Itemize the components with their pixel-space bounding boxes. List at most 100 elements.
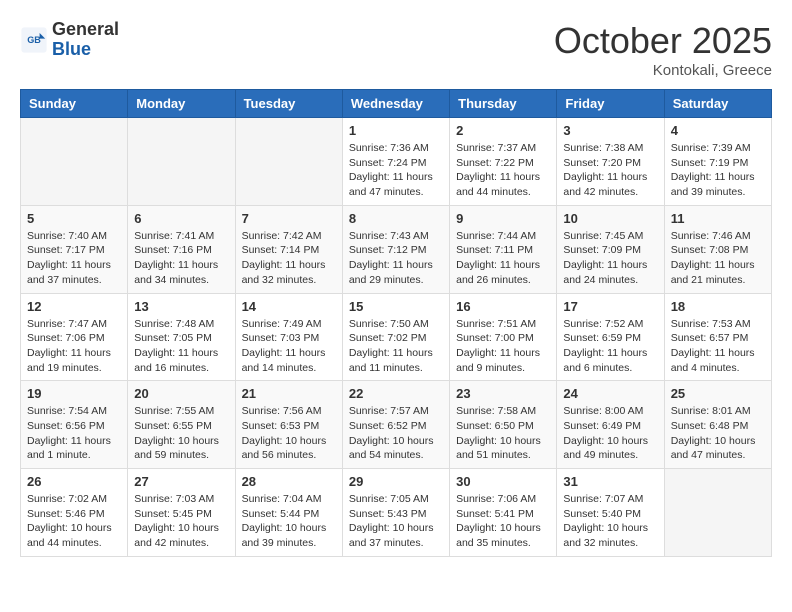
- calendar-cell: 28 Sunrise: 7:04 AMSunset: 5:44 PMDayligh…: [235, 469, 342, 557]
- page-header: GB General Blue October 2025 Kontokali, …: [20, 20, 772, 79]
- calendar-cell: 16 Sunrise: 7:51 AMSunset: 7:00 PMDayligh…: [450, 293, 557, 381]
- weekday-header: Saturday: [664, 90, 771, 118]
- calendar-cell: 5 Sunrise: 7:40 AMSunset: 7:17 PMDaylight…: [21, 205, 128, 293]
- weekday-header: Monday: [128, 90, 235, 118]
- calendar-cell: 25Sunrise: 8:01 AMSunset: 6:48 PMDayligh…: [664, 381, 771, 469]
- calendar-header: SundayMondayTuesdayWednesdayThursdayFrid…: [21, 90, 772, 118]
- calendar-cell: 9Sunrise: 7:44 AMSunset: 7:11 PMDaylight…: [450, 205, 557, 293]
- day-number: 28: [242, 474, 336, 489]
- day-info: Sunrise: 7:52 AMSunset: 6:59 PMDaylight:…: [563, 317, 657, 376]
- title-block: October 2025 Kontokali, Greece: [554, 20, 772, 79]
- day-info: Sunrise: 8:00 AMSunset: 6:49 PMDaylight:…: [563, 404, 657, 463]
- calendar-cell: 30 Sunrise: 7:06 AMSunset: 5:41 PMDayligh…: [450, 469, 557, 557]
- day-info: Sunrise: 7:57 AMSunset: 6:52 PMDaylight:…: [349, 404, 443, 463]
- weekday-header: Tuesday: [235, 90, 342, 118]
- day-info: Sunrise: 7:58 AMSunset: 6:50 PMDaylight:…: [456, 404, 550, 463]
- day-number: 19: [27, 386, 121, 401]
- day-info: Sunrise: 7:46 AMSunset: 7:08 PMDaylight:…: [671, 229, 765, 288]
- calendar-cell: 10 Sunrise: 7:45 AMSunset: 7:09 PMDayligh…: [557, 205, 664, 293]
- day-info: Sunrise: 7:03 AMSunset: 5:45 PMDaylight:…: [134, 492, 228, 551]
- day-info: Sunrise: 7:36 AMSunset: 7:24 PMDaylight:…: [349, 141, 443, 200]
- calendar-cell: 21 Sunrise: 7:56 AMSunset: 6:53 PMDayligh…: [235, 381, 342, 469]
- calendar-week-row: 12Sunrise: 7:47 AMSunset: 7:06 PMDayligh…: [21, 293, 772, 381]
- day-info: Sunrise: 8:01 AMSunset: 6:48 PMDaylight:…: [671, 404, 765, 463]
- day-info: Sunrise: 7:02 AMSunset: 5:46 PMDaylight:…: [27, 492, 121, 551]
- day-number: 5: [27, 211, 121, 226]
- day-info: Sunrise: 7:51 AMSunset: 7:00 PMDaylight:…: [456, 317, 550, 376]
- calendar-cell: 24 Sunrise: 8:00 AMSunset: 6:49 PMDayligh…: [557, 381, 664, 469]
- day-number: 10: [563, 211, 657, 226]
- calendar-cell: 1 Sunrise: 7:36 AMSunset: 7:24 PMDaylight…: [342, 118, 449, 206]
- day-info: Sunrise: 7:43 AMSunset: 7:12 PMDaylight:…: [349, 229, 443, 288]
- calendar-cell: 7 Sunrise: 7:42 AMSunset: 7:14 PMDaylight…: [235, 205, 342, 293]
- calendar-cell: 27 Sunrise: 7:03 AMSunset: 5:45 PMDayligh…: [128, 469, 235, 557]
- day-number: 22: [349, 386, 443, 401]
- day-info: Sunrise: 7:49 AMSunset: 7:03 PMDaylight:…: [242, 317, 336, 376]
- weekday-header: Sunday: [21, 90, 128, 118]
- weekday-header: Thursday: [450, 90, 557, 118]
- day-number: 24: [563, 386, 657, 401]
- day-info: Sunrise: 7:04 AMSunset: 5:44 PMDaylight:…: [242, 492, 336, 551]
- svg-text:GB: GB: [27, 35, 41, 45]
- logo: GB General Blue: [20, 20, 119, 60]
- calendar-body: 1 Sunrise: 7:36 AMSunset: 7:24 PMDaylight…: [21, 118, 772, 557]
- day-number: 2: [456, 123, 550, 138]
- day-info: Sunrise: 7:54 AMSunset: 6:56 PMDaylight:…: [27, 404, 121, 463]
- day-number: 1: [349, 123, 443, 138]
- day-number: 7: [242, 211, 336, 226]
- calendar-cell: 22 Sunrise: 7:57 AMSunset: 6:52 PMDayligh…: [342, 381, 449, 469]
- day-info: Sunrise: 7:56 AMSunset: 6:53 PMDaylight:…: [242, 404, 336, 463]
- day-number: 12: [27, 299, 121, 314]
- calendar-cell: 15Sunrise: 7:50 AMSunset: 7:02 PMDayligh…: [342, 293, 449, 381]
- day-info: Sunrise: 7:40 AMSunset: 7:17 PMDaylight:…: [27, 229, 121, 288]
- day-number: 26: [27, 474, 121, 489]
- day-number: 16: [456, 299, 550, 314]
- calendar-cell: 29 Sunrise: 7:05 AMSunset: 5:43 PMDayligh…: [342, 469, 449, 557]
- day-number: 4: [671, 123, 765, 138]
- calendar-week-row: 26 Sunrise: 7:02 AMSunset: 5:46 PMDayligh…: [21, 469, 772, 557]
- day-info: Sunrise: 7:07 AMSunset: 5:40 PMDaylight:…: [563, 492, 657, 551]
- weekday-header: Friday: [557, 90, 664, 118]
- weekday-header: Wednesday: [342, 90, 449, 118]
- calendar-week-row: 5 Sunrise: 7:40 AMSunset: 7:17 PMDaylight…: [21, 205, 772, 293]
- day-number: 15: [349, 299, 443, 314]
- day-number: 27: [134, 474, 228, 489]
- weekday-header-row: SundayMondayTuesdayWednesdayThursdayFrid…: [21, 90, 772, 118]
- calendar-cell: [21, 118, 128, 206]
- day-number: 13: [134, 299, 228, 314]
- day-info: Sunrise: 7:55 AMSunset: 6:55 PMDaylight:…: [134, 404, 228, 463]
- calendar-cell: 18Sunrise: 7:53 AMSunset: 6:57 PMDayligh…: [664, 293, 771, 381]
- calendar-cell: 26 Sunrise: 7:02 AMSunset: 5:46 PMDayligh…: [21, 469, 128, 557]
- day-number: 3: [563, 123, 657, 138]
- day-number: 30: [456, 474, 550, 489]
- day-number: 21: [242, 386, 336, 401]
- day-number: 14: [242, 299, 336, 314]
- logo-text: General Blue: [52, 20, 119, 60]
- calendar-cell: 6 Sunrise: 7:41 AMSunset: 7:16 PMDaylight…: [128, 205, 235, 293]
- calendar-cell: 17Sunrise: 7:52 AMSunset: 6:59 PMDayligh…: [557, 293, 664, 381]
- calendar-cell: 12Sunrise: 7:47 AMSunset: 7:06 PMDayligh…: [21, 293, 128, 381]
- calendar-cell: [235, 118, 342, 206]
- calendar-cell: 13 Sunrise: 7:48 AMSunset: 7:05 PMDayligh…: [128, 293, 235, 381]
- day-info: Sunrise: 7:38 AMSunset: 7:20 PMDaylight:…: [563, 141, 657, 200]
- calendar-table: SundayMondayTuesdayWednesdayThursdayFrid…: [20, 89, 772, 557]
- day-number: 23: [456, 386, 550, 401]
- day-info: Sunrise: 7:42 AMSunset: 7:14 PMDaylight:…: [242, 229, 336, 288]
- day-info: Sunrise: 7:05 AMSunset: 5:43 PMDaylight:…: [349, 492, 443, 551]
- day-number: 29: [349, 474, 443, 489]
- day-info: Sunrise: 7:41 AMSunset: 7:16 PMDaylight:…: [134, 229, 228, 288]
- day-info: Sunrise: 7:06 AMSunset: 5:41 PMDaylight:…: [456, 492, 550, 551]
- logo-icon: GB: [20, 26, 48, 54]
- day-number: 9: [456, 211, 550, 226]
- day-number: 11: [671, 211, 765, 226]
- day-number: 6: [134, 211, 228, 226]
- calendar-cell: [128, 118, 235, 206]
- day-info: Sunrise: 7:48 AMSunset: 7:05 PMDaylight:…: [134, 317, 228, 376]
- calendar-cell: 4 Sunrise: 7:39 AMSunset: 7:19 PMDaylight…: [664, 118, 771, 206]
- day-info: Sunrise: 7:39 AMSunset: 7:19 PMDaylight:…: [671, 141, 765, 200]
- calendar-cell: 11 Sunrise: 7:46 AMSunset: 7:08 PMDayligh…: [664, 205, 771, 293]
- day-info: Sunrise: 7:45 AMSunset: 7:09 PMDaylight:…: [563, 229, 657, 288]
- calendar-cell: 20 Sunrise: 7:55 AMSunset: 6:55 PMDayligh…: [128, 381, 235, 469]
- day-number: 20: [134, 386, 228, 401]
- day-number: 8: [349, 211, 443, 226]
